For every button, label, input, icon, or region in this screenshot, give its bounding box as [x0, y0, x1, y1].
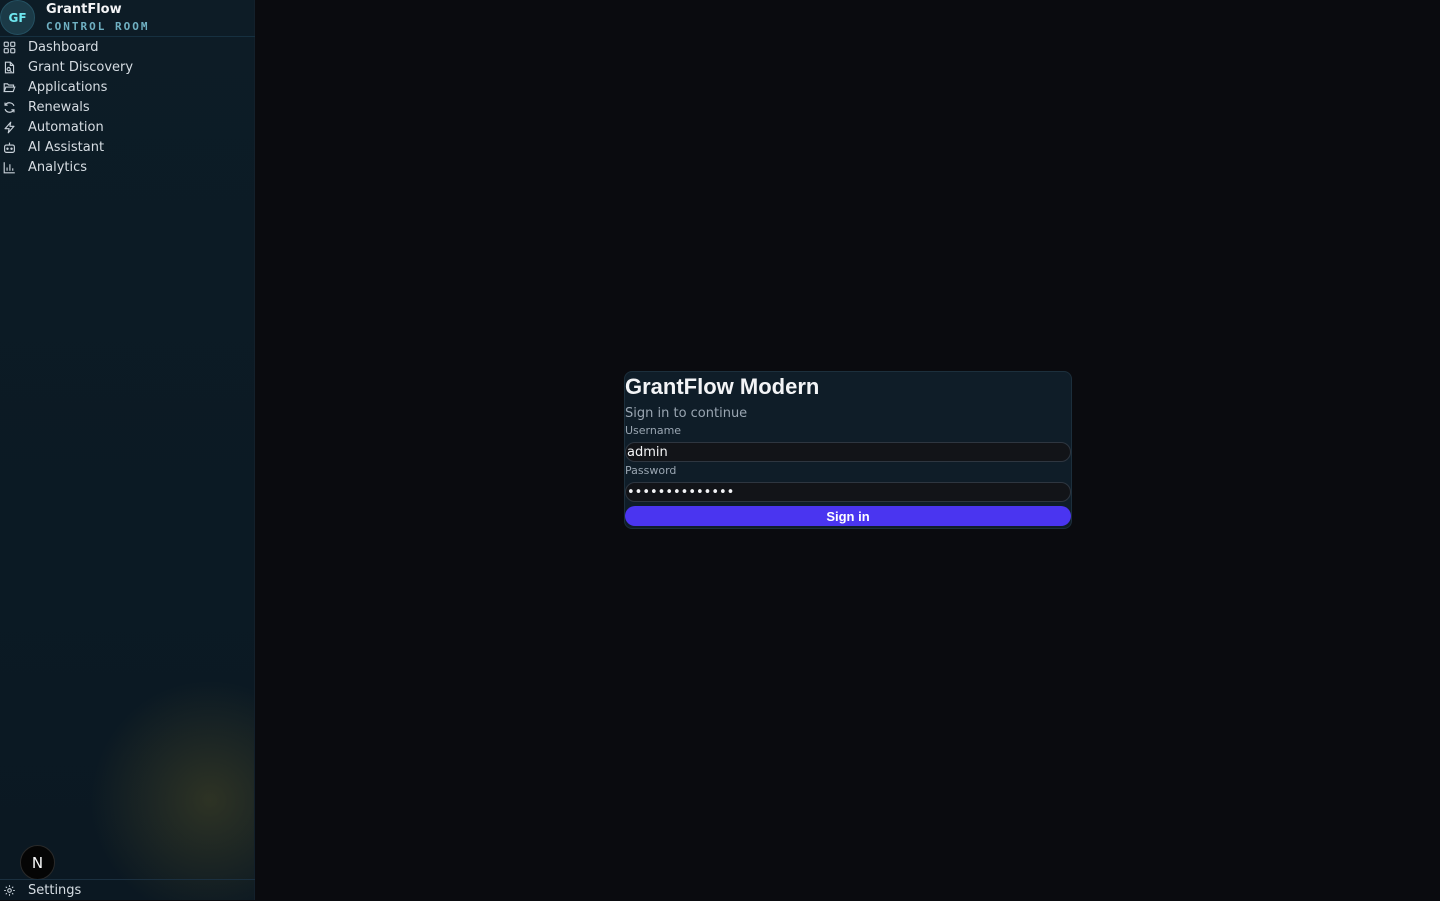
settings-label: Settings [28, 883, 82, 898]
password-input[interactable] [625, 482, 1071, 502]
sidebar-item-label: Automation [28, 119, 104, 135]
brand-subtitle: CONTROL ROOM [46, 20, 150, 33]
sidebar-item-label: Renewals [28, 99, 90, 115]
bot-icon [1, 139, 17, 155]
document-search-icon [1, 59, 17, 75]
sidebar-item-label: Grant Discovery [28, 59, 134, 75]
sidebar-item-label: Analytics [28, 159, 88, 175]
sign-in-button[interactable]: Sign in [625, 506, 1071, 526]
brand-title: GrantFlow [46, 2, 122, 17]
refresh-icon [1, 99, 17, 115]
grid-icon [1, 39, 17, 55]
lightning-icon [1, 119, 17, 135]
sidebar: GF GrantFlow CONTROL ROOM Dashboard Gran… [0, 0, 255, 900]
gear-icon [1, 883, 17, 899]
sidebar-item-grant-discovery[interactable]: Grant Discovery [0, 57, 255, 77]
sidebar-item-applications[interactable]: Applications [0, 77, 255, 97]
avatar[interactable]: N [20, 845, 55, 880]
sidebar-item-settings[interactable]: Settings [0, 879, 255, 901]
login-title: GrantFlow Modern [625, 374, 820, 399]
sidebar-nav: Dashboard Grant Discovery Applications R… [0, 37, 255, 177]
sidebar-item-label: Dashboard [28, 39, 99, 55]
username-label: Username [625, 424, 682, 437]
sidebar-item-label: AI Assistant [28, 139, 105, 155]
sidebar-item-automation[interactable]: Automation [0, 117, 255, 137]
folder-open-icon [1, 79, 17, 95]
sidebar-item-label: Applications [28, 79, 108, 95]
sidebar-item-analytics[interactable]: Analytics [0, 157, 255, 177]
sidebar-item-ai-assistant[interactable]: AI Assistant [0, 137, 255, 157]
brand-header: GF GrantFlow CONTROL ROOM [0, 0, 255, 37]
username-input[interactable] [625, 442, 1071, 462]
password-label: Password [625, 464, 677, 477]
login-card: GrantFlow Modern Sign in to continue Use… [624, 371, 1072, 529]
sidebar-item-renewals[interactable]: Renewals [0, 97, 255, 117]
sidebar-item-dashboard[interactable]: Dashboard [0, 37, 255, 57]
login-subtitle: Sign in to continue [625, 406, 748, 421]
logo-badge[interactable]: GF [0, 0, 35, 35]
bar-chart-icon [1, 159, 17, 175]
